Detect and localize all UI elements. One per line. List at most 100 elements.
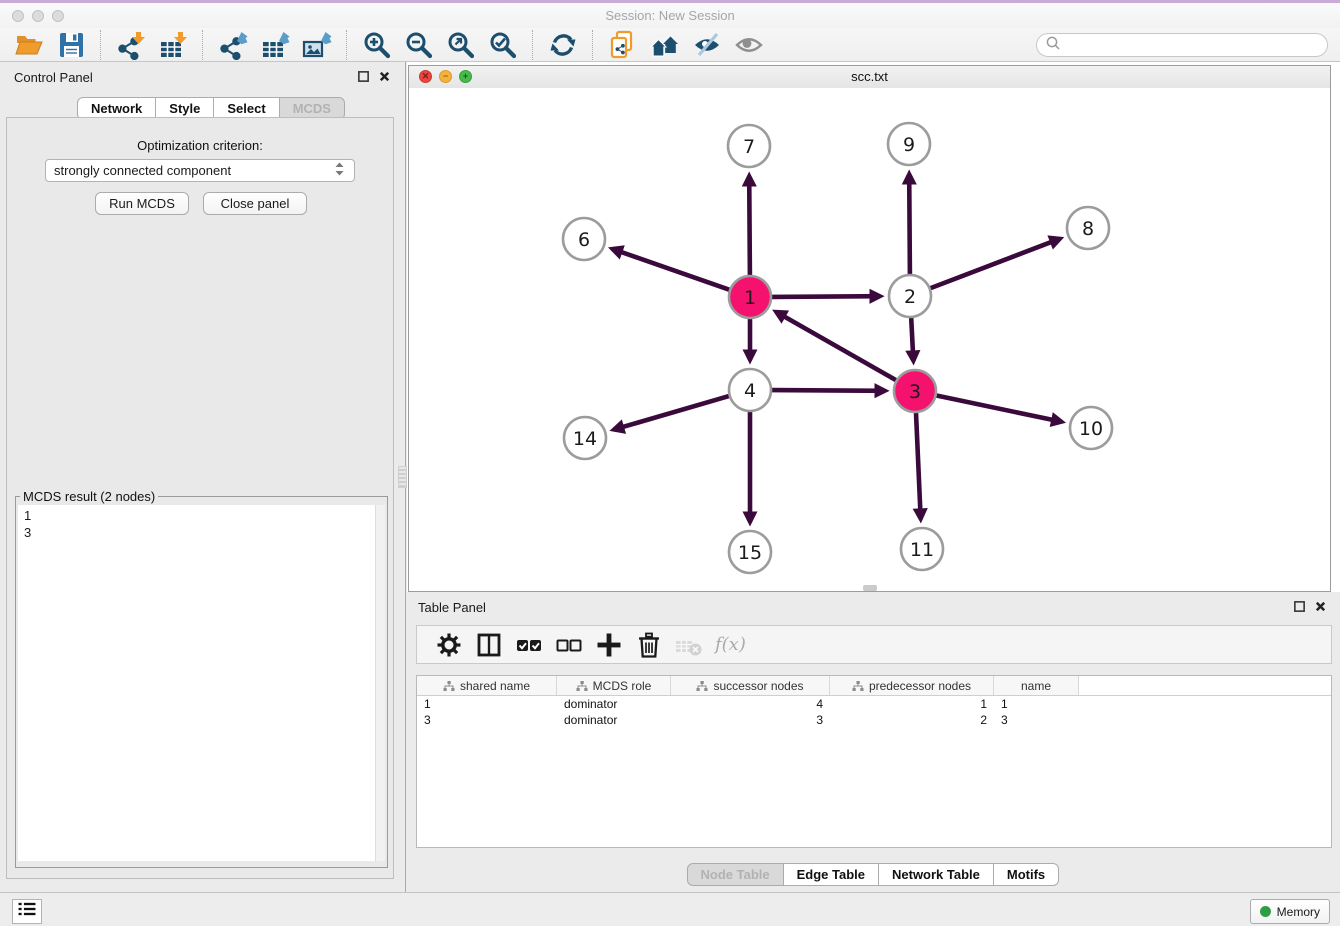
node-15[interactable]: 15 (729, 531, 771, 573)
horizontal-splitter-grip[interactable] (863, 585, 877, 591)
search-input[interactable] (1066, 37, 1319, 54)
save-session-icon[interactable] (54, 30, 88, 60)
column-header-shared-name[interactable]: shared name (417, 676, 557, 695)
edge-2-3[interactable] (911, 318, 913, 361)
column-header-MCDS-role[interactable]: MCDS role (557, 676, 671, 695)
column-header-name[interactable]: name (994, 676, 1079, 695)
network-window-title: scc.txt (409, 66, 1330, 88)
first-neighbors-icon[interactable] (606, 30, 640, 60)
zoom-selected-icon[interactable] (486, 30, 520, 60)
zoom-fit-icon[interactable] (444, 30, 478, 60)
edge-4-3[interactable] (772, 390, 885, 391)
close-panel-button[interactable]: Close panel (203, 192, 307, 215)
vertical-splitter-grip[interactable] (398, 466, 407, 488)
close-panel-icon[interactable] (1314, 600, 1327, 618)
edge-1-2[interactable] (772, 296, 880, 297)
table-panel-title: Table Panel (418, 600, 486, 615)
optimization-criterion-dropdown[interactable]: strongly connected component (45, 159, 355, 182)
hide-selected-icon[interactable] (690, 30, 724, 60)
network-canvas[interactable]: 7 9 6 8 1 2 4 3 14 10 15 11 (409, 88, 1330, 591)
table-row[interactable]: 1dominator411 (417, 696, 1331, 712)
window-close-icon[interactable]: ✕ (419, 70, 432, 83)
table-cell[interactable]: 1 (994, 696, 1079, 712)
svg-text:11: 11 (910, 539, 934, 561)
control-panel-title: Control Panel (14, 70, 93, 85)
table-cell[interactable]: dominator (557, 712, 671, 728)
mac-zoom-button[interactable] (52, 10, 64, 22)
control-panel-header: Control Panel (0, 68, 405, 88)
table-cell[interactable]: 1 (417, 696, 557, 712)
mac-minimize-button[interactable] (32, 10, 44, 22)
search-icon (1045, 35, 1061, 56)
settings-gear-icon[interactable] (432, 630, 466, 660)
column-header-predecessor-nodes[interactable]: predecessor nodes (830, 676, 994, 695)
add-column-icon[interactable] (592, 630, 626, 660)
window-minimize-icon[interactable]: − (439, 70, 452, 83)
nested-network-icon[interactable] (648, 30, 682, 60)
close-panel-icon[interactable] (378, 70, 391, 88)
node-6[interactable]: 6 (563, 218, 605, 260)
export-table-icon[interactable] (258, 30, 292, 60)
edge-1-6[interactable] (612, 249, 729, 290)
mcds-result-text[interactable]: 13 (18, 505, 385, 861)
zoom-in-icon[interactable] (360, 30, 394, 60)
table-cell[interactable]: 3 (417, 712, 557, 728)
show-all-icon[interactable] (732, 30, 766, 60)
refresh-layout-icon[interactable] (546, 30, 580, 60)
network-graph[interactable]: 7 9 6 8 1 2 4 3 14 10 15 11 (409, 88, 1330, 590)
clear-table-icon (672, 630, 706, 660)
table-row[interactable]: 3dominator323 (417, 712, 1331, 728)
run-mcds-button[interactable]: Run MCDS (95, 192, 189, 215)
edge-1-7[interactable] (749, 176, 750, 275)
float-panel-icon[interactable] (357, 70, 370, 88)
node-4[interactable]: 4 (729, 369, 771, 411)
tab-motifs[interactable]: Motifs (994, 863, 1059, 886)
float-panel-icon[interactable] (1293, 600, 1306, 618)
edge-2-9[interactable] (909, 174, 910, 274)
delete-icon[interactable] (632, 630, 666, 660)
node-9[interactable]: 9 (888, 123, 930, 165)
table-cell[interactable]: 1 (830, 696, 994, 712)
toggle-panel-icon[interactable] (472, 630, 506, 660)
select-all-icon[interactable] (512, 630, 546, 660)
node-10[interactable]: 10 (1070, 407, 1112, 449)
edge-3-1[interactable] (776, 312, 896, 380)
mcds-tab-content: Optimization criterion: strongly connect… (6, 117, 394, 879)
open-file-icon[interactable] (12, 30, 46, 60)
column-header-successor-nodes[interactable]: successor nodes (671, 676, 830, 695)
import-network-icon[interactable] (114, 30, 148, 60)
deselect-all-icon[interactable] (552, 630, 586, 660)
table-cell[interactable]: 2 (830, 712, 994, 728)
task-history-button[interactable] (12, 899, 42, 924)
export-image-icon[interactable] (300, 30, 334, 60)
table-cell[interactable]: dominator (557, 696, 671, 712)
node-11[interactable]: 11 (901, 528, 943, 570)
search-box[interactable] (1036, 33, 1328, 57)
network-window-titlebar[interactable]: ✕ − + scc.txt (409, 66, 1330, 89)
edge-2-8[interactable] (931, 239, 1060, 288)
tab-node-table[interactable]: Node Table (687, 863, 784, 886)
node-8[interactable]: 8 (1067, 207, 1109, 249)
node-2[interactable]: 2 (889, 275, 931, 317)
table-cell[interactable]: 4 (671, 696, 830, 712)
node-14[interactable]: 14 (564, 417, 606, 459)
tab-network-table[interactable]: Network Table (879, 863, 994, 886)
mac-close-button[interactable] (12, 10, 24, 22)
table-cell[interactable]: 3 (994, 712, 1079, 728)
node-1[interactable]: 1 (729, 276, 771, 318)
svg-text:14: 14 (573, 428, 597, 450)
node-7[interactable]: 7 (728, 125, 770, 167)
table-cell[interactable]: 3 (671, 712, 830, 728)
export-network-icon[interactable] (216, 30, 250, 60)
window-maximize-icon[interactable]: + (459, 70, 472, 83)
edge-3-10[interactable] (937, 396, 1062, 422)
import-table-icon[interactable] (156, 30, 190, 60)
edge-4-14[interactable] (614, 396, 729, 430)
zoom-out-icon[interactable] (402, 30, 436, 60)
mcds-result-line: 3 (24, 524, 379, 541)
node-3[interactable]: 3 (894, 370, 936, 412)
mcds-result-scrollbar[interactable] (375, 505, 385, 861)
tab-edge-table[interactable]: Edge Table (784, 863, 879, 886)
edge-3-11[interactable] (916, 413, 921, 519)
memory-button[interactable]: Memory (1250, 899, 1330, 924)
